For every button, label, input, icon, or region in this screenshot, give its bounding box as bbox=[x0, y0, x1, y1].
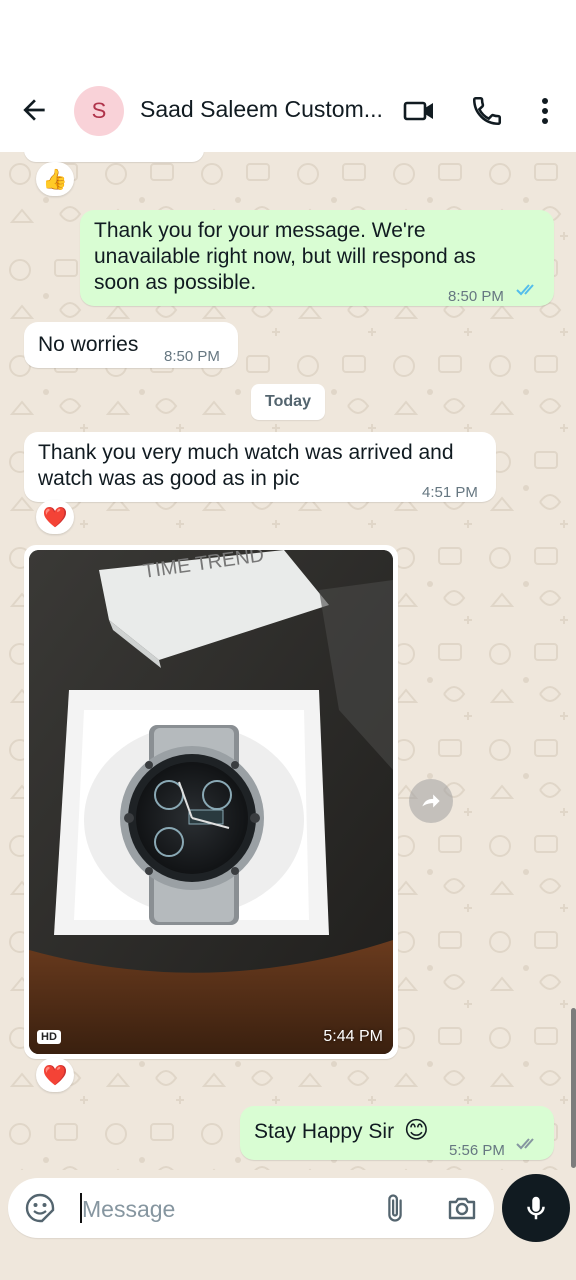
message-input-field[interactable]: Message bbox=[8, 1178, 494, 1238]
thumbs-up-emoji: 👍 bbox=[42, 168, 68, 191]
chat-area[interactable]: 8.49 PM 👍 Thank you for your message. We… bbox=[0, 152, 576, 1170]
voice-message-button[interactable] bbox=[502, 1174, 570, 1242]
watch-photo[interactable]: TIME TREND HD 5:44 PM bbox=[29, 550, 393, 1054]
forward-button[interactable] bbox=[409, 779, 453, 823]
back-arrow-icon[interactable] bbox=[18, 94, 50, 126]
microphone-icon bbox=[527, 1196, 545, 1220]
message-time: 8:50 PM bbox=[164, 348, 220, 365]
attach-paperclip-icon[interactable] bbox=[380, 1192, 410, 1224]
date-divider: Today bbox=[251, 384, 325, 420]
message-time: 8:50 PM bbox=[448, 288, 504, 305]
heart-emoji: ❤️ bbox=[42, 1064, 68, 1087]
message-bubble-outgoing[interactable]: Stay Happy Sir 😊 5:56 PM bbox=[240, 1106, 554, 1160]
message-text: Thank you very much watch was arrived an… bbox=[38, 441, 454, 490]
emoji-sticker-icon[interactable] bbox=[24, 1192, 56, 1224]
watch-photo-image: TIME TREND bbox=[29, 550, 393, 1054]
more-options-icon[interactable] bbox=[528, 94, 562, 128]
message-text: No worries bbox=[38, 333, 139, 356]
message-time: 4:51 PM bbox=[422, 484, 478, 501]
message-bubble-incoming[interactable]: No worries 8:50 PM bbox=[24, 322, 238, 368]
delivered-ticks-icon bbox=[516, 1138, 534, 1150]
message-time: 8.49 PM bbox=[130, 152, 186, 160]
message-placeholder: Message bbox=[82, 1196, 176, 1222]
message-time: 5:56 PM bbox=[449, 1142, 505, 1159]
chat-header: S Saad Saleem Custom... bbox=[0, 0, 576, 152]
thumbs-up-reaction[interactable]: 👍 bbox=[36, 162, 74, 196]
heart-emoji: ❤️ bbox=[42, 506, 68, 529]
message-bubble-previous[interactable]: 8.49 PM bbox=[24, 152, 204, 162]
read-ticks-icon bbox=[516, 284, 534, 296]
hd-badge: HD bbox=[37, 1030, 61, 1044]
message-composer: Message bbox=[0, 1170, 576, 1280]
heart-reaction[interactable]: ❤️ bbox=[36, 500, 74, 534]
message-bubble-incoming[interactable]: Thank you very much watch was arrived an… bbox=[24, 432, 496, 502]
camera-icon[interactable] bbox=[446, 1192, 478, 1224]
voice-call-icon[interactable] bbox=[470, 94, 504, 128]
scrollbar[interactable] bbox=[571, 1008, 576, 1168]
contact-name[interactable]: Saad Saleem Custom... bbox=[140, 96, 390, 123]
forward-icon bbox=[422, 794, 440, 808]
message-time: 5:44 PM bbox=[323, 1028, 383, 1045]
message-bubble-outgoing[interactable]: Thank you for your message. We're unavai… bbox=[80, 210, 554, 306]
smile-emoji: 😊 bbox=[403, 1117, 429, 1144]
contact-avatar[interactable]: S bbox=[74, 86, 124, 136]
image-message[interactable]: TIME TREND HD 5:44 PM bbox=[24, 545, 398, 1059]
heart-reaction[interactable]: ❤️ bbox=[36, 1058, 74, 1092]
message-text: Stay Happy Sir bbox=[254, 1120, 395, 1143]
video-call-icon[interactable] bbox=[402, 94, 436, 128]
